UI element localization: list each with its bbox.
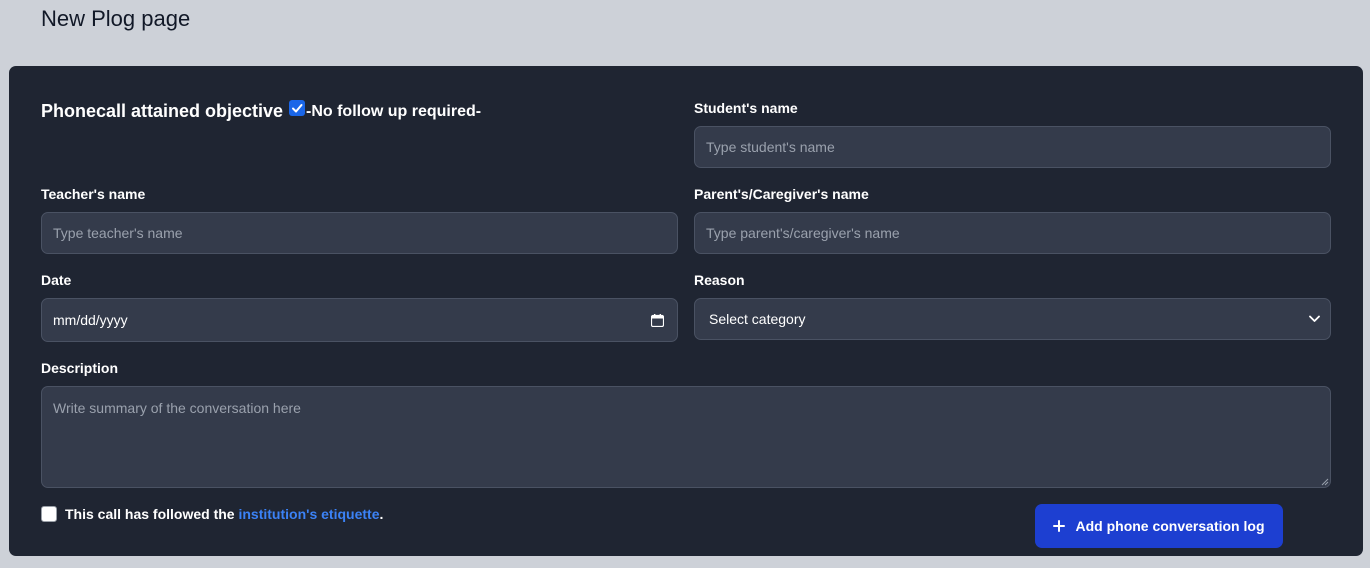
teacher-name-label: Teacher's name [41, 186, 146, 202]
plus-icon [1053, 520, 1066, 532]
etiquette-prefix: This call has followed the [65, 506, 239, 522]
objective-checkbox[interactable] [289, 100, 305, 116]
student-name-input[interactable]: Type student's name [694, 126, 1331, 168]
page-title: New Plog page [41, 6, 191, 31]
description-placeholder: Write summary of the conversation here [53, 400, 301, 416]
date-value: mm/dd/yyyy [53, 312, 128, 328]
student-name-label: Student's name [694, 100, 798, 116]
resize-handle-icon[interactable] [1321, 478, 1329, 486]
objective-label: Phonecall attained objective [41, 101, 284, 121]
etiquette-link[interactable]: institution's etiquette [238, 506, 379, 522]
etiquette-suffix: . [379, 506, 384, 522]
etiquette-checkbox[interactable] [41, 506, 57, 522]
add-log-button[interactable]: Add phone conversation log [1035, 504, 1283, 548]
parent-name-label: Parent's/Caregiver's name [694, 186, 869, 202]
description-textarea[interactable]: Write summary of the conversation here [41, 386, 1331, 488]
description-label: Description [41, 360, 119, 376]
date-label: Date [41, 272, 72, 288]
chevron-down-icon [1309, 315, 1320, 322]
etiquette-statement: This call has followed the institution's… [65, 506, 383, 522]
followup-text: -No follow up required- [306, 103, 482, 120]
reason-select[interactable]: Select category [694, 298, 1331, 340]
reason-label: Reason [694, 272, 745, 288]
reason-selected-value: Select category [709, 311, 806, 327]
checkmark-icon [292, 104, 303, 113]
parent-name-input[interactable]: Type parent's/caregiver's name [694, 212, 1331, 254]
date-input[interactable]: mm/dd/yyyy [41, 298, 678, 342]
calendar-icon[interactable] [651, 313, 664, 327]
add-log-button-label: Add phone conversation log [1075, 518, 1265, 534]
teacher-name-input[interactable]: Type teacher's name [41, 212, 678, 254]
